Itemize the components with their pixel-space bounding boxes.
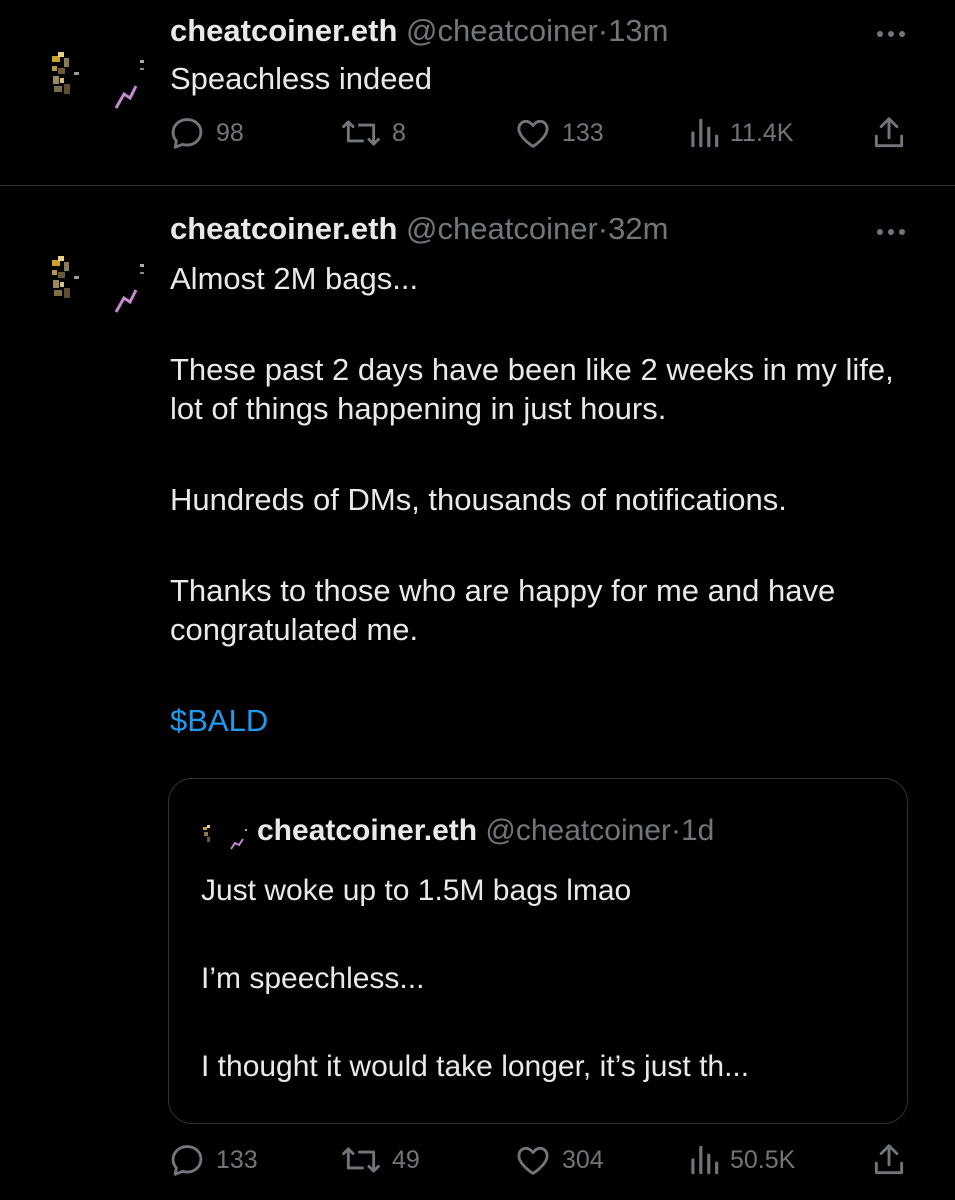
- share-button[interactable]: [870, 114, 908, 152]
- views-button[interactable]: 50.5K: [688, 1141, 795, 1179]
- separator-dot: ·: [597, 211, 609, 246]
- cashtag-link[interactable]: $BALD: [170, 701, 895, 740]
- more-icon[interactable]: [875, 26, 907, 37]
- avatar[interactable]: [44, 250, 154, 320]
- reply-button[interactable]: 98: [168, 114, 244, 152]
- reply-button[interactable]: 133: [168, 1141, 258, 1179]
- separator-dot: ·: [597, 13, 609, 48]
- tweet[interactable]: cheatcoiner.eth @cheatcoiner·13m Speachl…: [0, 0, 955, 185]
- author-handle[interactable]: @cheatcoiner: [406, 211, 598, 246]
- author-name: cheatcoiner.eth: [257, 814, 478, 847]
- tweet-text: Almost 2M bags... These past 2 days have…: [170, 259, 895, 740]
- separator-dot: ·: [670, 814, 681, 847]
- timestamp[interactable]: 13m: [608, 13, 668, 48]
- like-button[interactable]: 133: [514, 114, 604, 152]
- author-handle: @cheatcoiner: [485, 814, 671, 847]
- repost-icon: [340, 1141, 382, 1179]
- heart-icon: [514, 1141, 552, 1179]
- views-icon: [688, 114, 720, 152]
- tweet-paragraph: Hundreds of DMs, thousands of notificati…: [170, 482, 787, 517]
- reply-count: 133: [216, 1145, 258, 1174]
- quoted-tweet-header: cheatcoiner.eth @cheatcoiner·1d: [257, 813, 714, 849]
- tweet-paragraph: Almost 2M bags...: [170, 261, 419, 296]
- timestamp[interactable]: 32m: [608, 211, 668, 246]
- timestamp: 1d: [680, 814, 715, 847]
- like-count: 133: [562, 118, 604, 147]
- reply-icon: [168, 114, 206, 152]
- views-count: 50.5K: [730, 1145, 796, 1174]
- tweet-header: cheatcoiner.eth @cheatcoiner·13m: [170, 12, 875, 50]
- author-handle[interactable]: @cheatcoiner: [406, 13, 598, 48]
- views-count: 11.4K: [730, 118, 794, 147]
- tweet-text: Speachless indeed: [170, 59, 895, 98]
- share-icon: [870, 1141, 908, 1179]
- repost-count: 49: [392, 1145, 420, 1174]
- heart-icon: [514, 114, 552, 152]
- repost-button[interactable]: 8: [340, 114, 406, 152]
- repost-icon: [340, 114, 382, 152]
- like-count: 304: [562, 1145, 604, 1174]
- action-bar: 98 8 133 11.4K: [0, 114, 955, 158]
- share-icon: [870, 114, 908, 152]
- repost-button[interactable]: 49: [340, 1141, 420, 1179]
- avatar: [201, 823, 249, 851]
- quoted-paragraph: I thought it would take longer, it’s jus…: [201, 1050, 750, 1083]
- tweet-paragraph: These past 2 days have been like 2 weeks…: [170, 352, 894, 426]
- quoted-tweet-text: Just woke up to 1.5M bags lmao I’m speec…: [201, 871, 887, 1087]
- repost-count: 8: [392, 118, 406, 147]
- quoted-paragraph: I’m speechless...: [201, 962, 425, 995]
- author-name[interactable]: cheatcoiner.eth: [170, 211, 397, 246]
- views-icon: [688, 1141, 720, 1179]
- more-icon[interactable]: [875, 224, 907, 235]
- reply-icon: [168, 1141, 206, 1179]
- reply-count: 98: [216, 118, 244, 147]
- quoted-tweet[interactable]: cheatcoiner.eth @cheatcoiner·1d Just wok…: [168, 778, 908, 1124]
- tweet-paragraph: Thanks to those who are happy for me and…: [170, 573, 836, 647]
- tweet-paragraph: Speachless indeed: [170, 61, 432, 96]
- like-button[interactable]: 304: [514, 1141, 604, 1179]
- avatar[interactable]: [44, 46, 154, 116]
- action-bar: 133 49 304 50.5K: [0, 1141, 955, 1185]
- author-name[interactable]: cheatcoiner.eth: [170, 13, 397, 48]
- views-button[interactable]: 11.4K: [688, 114, 793, 152]
- share-button[interactable]: [870, 1141, 908, 1179]
- tweet-header: cheatcoiner.eth @cheatcoiner·32m: [170, 210, 875, 248]
- quoted-paragraph: Just woke up to 1.5M bags lmao: [201, 874, 632, 907]
